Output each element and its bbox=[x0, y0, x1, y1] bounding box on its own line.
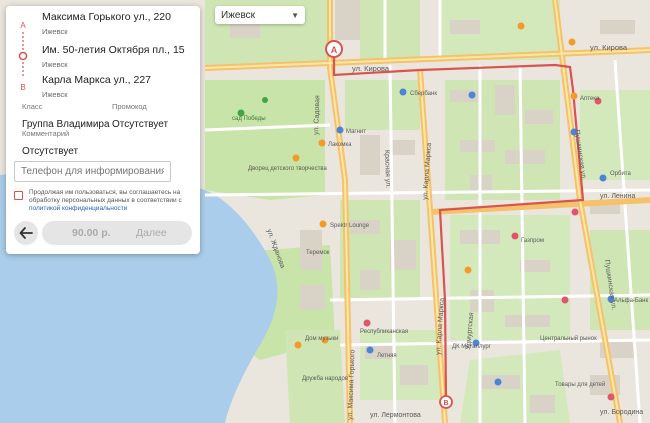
route-point-a[interactable]: Максима Горького ул., 220 Ижевск bbox=[42, 11, 171, 36]
street-label-sadovaya: ул. Садовая bbox=[313, 95, 321, 135]
consent-text: Продолжая им пользоваться, вы соглашаете… bbox=[29, 189, 194, 213]
poi-gazprom: Газпром bbox=[521, 238, 544, 244]
class-field[interactable]: Класс Группа Владимира bbox=[22, 102, 110, 130]
promo-value: Отсутствует bbox=[112, 119, 169, 130]
route-point-a-street: Максима Горького ул., 220 bbox=[42, 11, 171, 23]
promo-label: Промокод bbox=[112, 102, 147, 111]
poi-apteka: Аптека bbox=[580, 96, 600, 102]
poi-lakomka: Лакомка bbox=[328, 142, 352, 148]
poi-tsentralnyi: Центральный рынок bbox=[540, 335, 597, 342]
city-select-value: Ижевск bbox=[221, 9, 256, 21]
route-point-b[interactable]: Карла Маркса ул., 227 Ижевск bbox=[42, 74, 151, 99]
city-select[interactable]: Ижевск ▼ bbox=[215, 6, 305, 24]
route-point-waypoint[interactable]: Им. 50-летия Октября пл., 15 Ижевск bbox=[42, 44, 185, 69]
price-value: 90.00 р. bbox=[72, 227, 111, 239]
route-point-b-city: Ижевск bbox=[42, 90, 68, 99]
poi-dvorec: Дворец детского творчества bbox=[248, 166, 327, 172]
route-point-waypoint-street: Им. 50-летия Октября пл., 15 bbox=[42, 44, 185, 56]
order-panel: A B Максима Горького ул., 220 Ижевск Им.… bbox=[6, 6, 200, 254]
street-label-lenina: ул. Ленина bbox=[600, 193, 635, 200]
chevron-down-icon: ▼ bbox=[291, 10, 299, 20]
comment-field[interactable]: Комментарий Отсутствует bbox=[22, 129, 78, 157]
street-label-lermontova: ул. Лермонтова bbox=[370, 412, 421, 419]
route-waypoint-icon bbox=[18, 51, 28, 61]
route-point-waypoint-city: Ижевск bbox=[42, 60, 68, 69]
poi-letnyaya: Летняя bbox=[377, 353, 397, 359]
poi-dk-metallurg: ДК Металлург bbox=[452, 344, 492, 350]
route-marker-a: A bbox=[20, 21, 26, 30]
poi-teremok: Теремок bbox=[306, 250, 330, 256]
street-label-kirova-2: ул. Кирова bbox=[590, 43, 628, 52]
marker-a[interactable]: A bbox=[325, 40, 343, 58]
route-marker-b: B bbox=[20, 83, 25, 92]
comment-label: Комментарий bbox=[22, 129, 70, 138]
privacy-policy-link[interactable]: политикой конфиденциальности bbox=[29, 205, 127, 212]
consent-checkbox[interactable] bbox=[14, 191, 23, 200]
comment-value: Отсутствует bbox=[22, 146, 79, 157]
poi-druzhba: Дружба народов bbox=[302, 376, 348, 382]
arrow-left-icon bbox=[19, 227, 33, 239]
back-button[interactable] bbox=[14, 221, 38, 245]
route-point-b-street: Карла Маркса ул., 227 bbox=[42, 74, 151, 86]
poi-dom-muzyki: Дом музыки bbox=[305, 336, 339, 342]
poi-respublikanskaya: Республиканская bbox=[360, 329, 408, 335]
street-label-kirova: ул. Кирова bbox=[352, 64, 390, 73]
poi-orbita: Орбита bbox=[610, 171, 631, 177]
marker-a-label: A bbox=[331, 45, 338, 55]
poi-spektr: Spektr Lounge bbox=[330, 223, 370, 229]
consent-body: Продолжая им пользоваться, вы соглашаете… bbox=[29, 189, 182, 204]
marker-b[interactable]: B bbox=[439, 395, 453, 409]
street-label-borodina: ул. Бородина bbox=[600, 409, 643, 416]
poi-tovary: Товары для детей bbox=[555, 381, 605, 388]
promo-field[interactable]: Промокод Отсутствует bbox=[112, 102, 168, 130]
route-icons: A B bbox=[18, 21, 28, 92]
poi-aldi: Альфа-Банк bbox=[614, 298, 648, 304]
poi-sad-pobedy: сад Победы bbox=[232, 116, 266, 122]
poi-magnit: Магнит bbox=[346, 129, 366, 135]
route-point-a-city: Ижевск bbox=[42, 27, 68, 36]
street-label-krasnaya: Красная ул. bbox=[383, 150, 391, 189]
class-label: Класс bbox=[22, 102, 43, 111]
poi-sber: Сбербанк bbox=[410, 91, 437, 97]
marker-b-label: B bbox=[443, 400, 448, 407]
phone-input[interactable] bbox=[14, 161, 171, 182]
next-label: Далее bbox=[136, 227, 167, 239]
next-button[interactable]: 90.00 р. Далее bbox=[42, 221, 192, 245]
